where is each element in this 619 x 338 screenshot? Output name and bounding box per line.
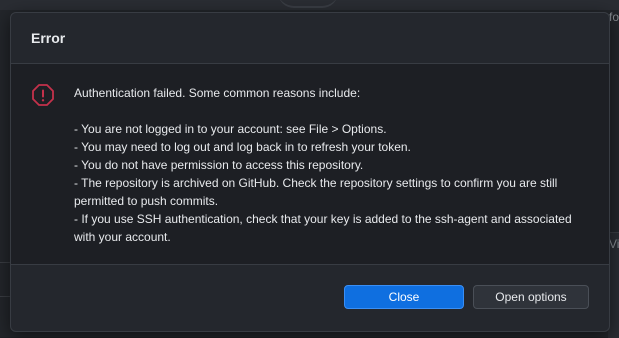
message-spacer [74,102,584,120]
error-circle-icon [32,84,54,106]
error-message: Authentication failed. Some common reaso… [74,84,584,246]
background-divider [0,262,10,263]
dialog-footer: Close Open options [11,265,609,331]
open-options-button[interactable]: Open options [473,285,589,309]
background-divider [0,296,10,297]
close-button[interactable]: Close [344,285,464,309]
message-line: with your account. [74,230,171,244]
dialog-title: Error [31,30,66,46]
background-edge-text-mid: Vis [609,237,619,251]
message-line: - You are not logged in to your account:… [74,122,387,136]
message-line: - The repository is archived on GitHub. … [74,176,558,190]
message-line: - You may need to log out and log back i… [74,140,411,154]
background-edge-text-top: fo [608,10,619,24]
dialog-header: Error [11,13,609,64]
message-line: - You do not have permission to access t… [74,158,364,172]
message-line: - If you use SSH authentication, check t… [74,212,572,226]
error-dialog: Error Authentication failed. Some common… [10,12,610,332]
message-line: Authentication failed. Some common reaso… [74,86,361,100]
dialog-body: Authentication failed. Some common reaso… [11,64,609,265]
message-line: permitted to push commits. [74,194,219,208]
